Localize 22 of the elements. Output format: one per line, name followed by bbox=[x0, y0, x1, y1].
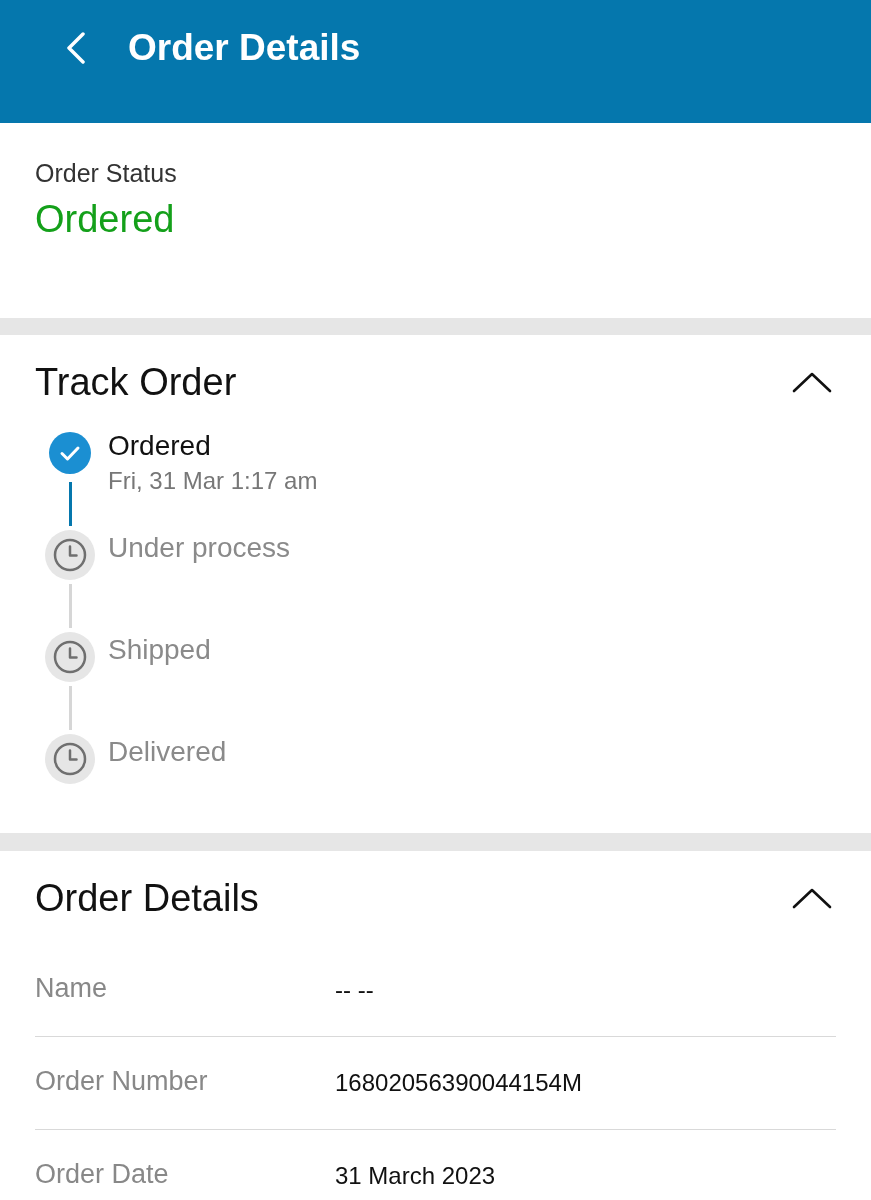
step-label: Delivered bbox=[108, 736, 227, 768]
step-label: Under process bbox=[108, 532, 291, 564]
timeline-connector bbox=[68, 482, 72, 526]
detail-label: Order Date bbox=[35, 1159, 169, 1189]
step-time: Fri, 31 Mar 1:17 am bbox=[108, 467, 318, 495]
section-title: Order Details bbox=[35, 876, 259, 921]
section-title: Track Order bbox=[35, 360, 237, 405]
detail-label: Order Number bbox=[35, 1066, 208, 1096]
timeline-connector bbox=[68, 686, 72, 730]
detail-value: 31 March 2023 bbox=[335, 1161, 496, 1191]
timeline-connector bbox=[68, 584, 72, 628]
step-label: Shipped bbox=[108, 634, 211, 666]
detail-label: Name bbox=[35, 973, 108, 1003]
chevron-up-icon[interactable] bbox=[792, 887, 832, 909]
detail-value: 16802056390044154M bbox=[335, 1068, 582, 1098]
back-icon[interactable] bbox=[66, 32, 86, 64]
screen-title: Order Details bbox=[128, 26, 361, 70]
status-label: Order Status bbox=[35, 158, 177, 188]
chevron-up-icon[interactable] bbox=[792, 371, 832, 393]
detail-value: -- -- bbox=[335, 975, 374, 1005]
step-label: Ordered bbox=[108, 430, 211, 462]
status-value: Ordered bbox=[35, 197, 175, 241]
